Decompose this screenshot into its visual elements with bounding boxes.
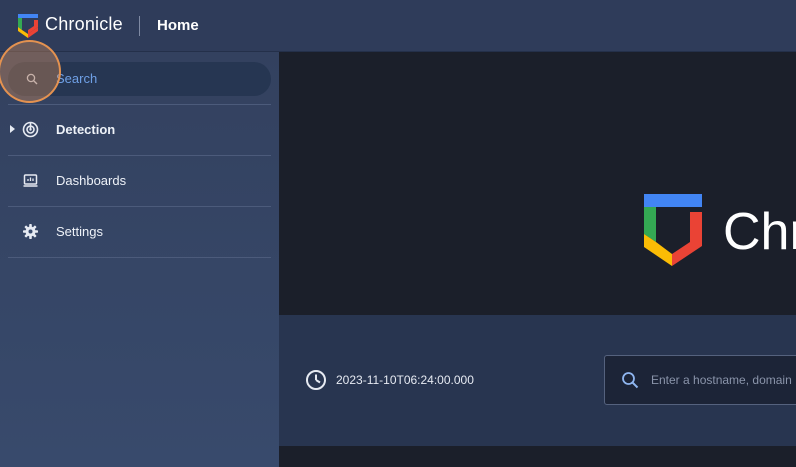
host-search-input[interactable] <box>651 368 796 392</box>
chronicle-logo-icon <box>644 194 702 266</box>
gear-icon <box>23 224 38 239</box>
clock-icon <box>306 370 326 390</box>
top-bar: Chronicle Home <box>0 0 796 52</box>
sidebar-item-label: Dashboards <box>56 173 127 188</box>
sidebar-item-settings[interactable]: Settings <box>8 207 271 257</box>
sidebar: Search Detection Dashboards Settings <box>0 40 279 467</box>
search-icon <box>622 372 639 389</box>
search-placeholder: Search <box>56 71 98 86</box>
page-title: Home <box>157 17 199 34</box>
main-content: Chronicle 2023-11-10T06:24:00.000 <box>279 52 796 467</box>
hero-brand-name: Chronicle <box>723 203 796 261</box>
sidebar-item-label: Settings <box>56 224 103 239</box>
app-brand-name[interactable]: Chronicle <box>45 14 123 35</box>
sidebar-divider <box>8 257 271 258</box>
sidebar-item-dashboards[interactable]: Dashboards <box>8 156 271 206</box>
host-search-box[interactable] <box>604 355 796 405</box>
bottom-area <box>279 446 796 467</box>
dashboard-icon <box>23 174 38 187</box>
hero-banner: Chronicle <box>279 52 796 315</box>
click-indicator <box>0 40 61 103</box>
timestamp: 2023-11-10T06:24:00.000 <box>336 373 474 387</box>
chronicle-logo-icon[interactable] <box>18 14 38 38</box>
sidebar-item-label: Detection <box>56 122 116 137</box>
radar-icon <box>22 121 39 138</box>
header-divider <box>139 16 140 36</box>
expand-caret-icon[interactable] <box>10 125 15 133</box>
search-panel: 2023-11-10T06:24:00.000 <box>279 315 796 446</box>
sidebar-item-detection[interactable]: Detection <box>8 105 271 155</box>
